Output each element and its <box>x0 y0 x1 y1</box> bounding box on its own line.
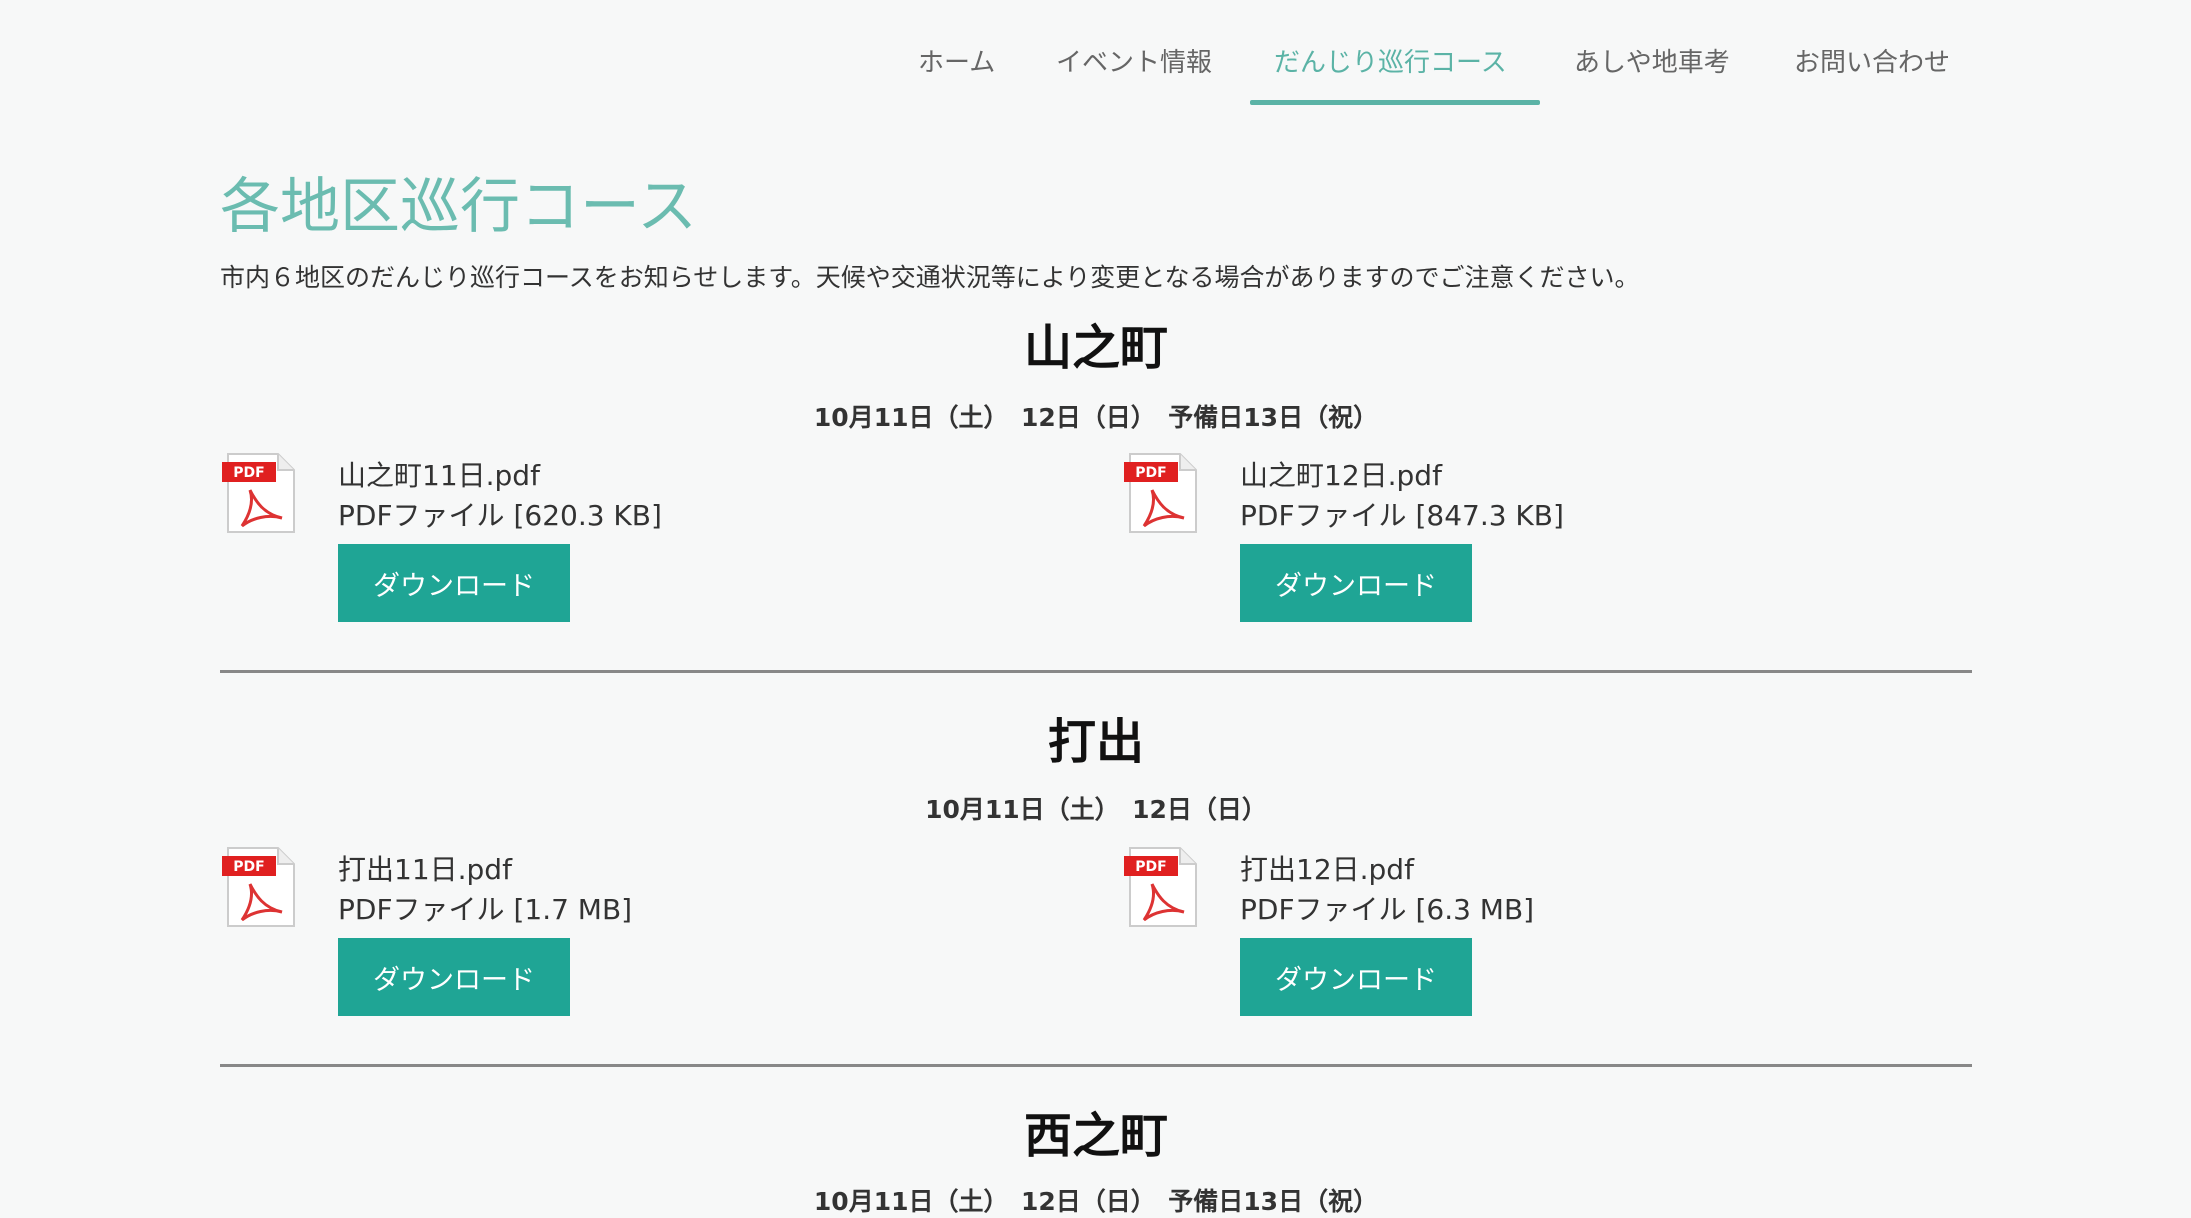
district-dates: 10月11日（土） 12日（日） 予備日13日（祝） <box>813 1187 1379 1216</box>
file-name: 山之町12日.pdf <box>1240 459 1442 492</box>
district-dates: 10月11日（土） 12日（日） <box>925 795 1267 824</box>
svg-text:PDF: PDF <box>233 465 264 481</box>
district-name: 山之町 <box>1023 320 1168 376</box>
download-button[interactable]: ダウンロード <box>1240 938 1472 1016</box>
file-size: PDFファイル [620.3 KB] <box>338 499 662 532</box>
pdf-file-icon: PDF <box>1124 453 1197 533</box>
file-name: 打出12日.pdf <box>1240 853 1414 886</box>
download-button[interactable]: ダウンロード <box>338 544 570 622</box>
file-item: PDF 山之町12日.pdf PDFファイル [847.3 KB] ダウンロード <box>1122 452 1822 632</box>
active-nav-indicator <box>1250 100 1540 105</box>
page-title: 各地区巡行コース <box>220 172 697 242</box>
nav-item-contact[interactable]: お問い合わせ <box>1794 42 1950 79</box>
page-intro: 市内６地区のだんじり巡行コースをお知らせします。天候や交通状況等により変更となる… <box>220 263 1640 292</box>
file-name: 打出11日.pdf <box>338 853 512 886</box>
svg-text:PDF: PDF <box>1135 465 1166 481</box>
file-size: PDFファイル [1.7 MB] <box>338 893 633 926</box>
district-dates: 10月11日（土） 12日（日） 予備日13日（祝） <box>813 403 1379 432</box>
section-divider <box>220 670 1972 673</box>
svg-text:PDF: PDF <box>1135 859 1166 875</box>
svg-text:PDF: PDF <box>233 859 264 875</box>
file-name: 山之町11日.pdf <box>338 459 540 492</box>
section-divider <box>220 1064 1972 1067</box>
file-item: PDF 打出11日.pdf PDFファイル [1.7 MB] ダウンロード <box>220 846 920 1026</box>
file-item: PDF 打出12日.pdf PDFファイル [6.3 MB] ダウンロード <box>1122 846 1822 1026</box>
top-navigation: ホーム イベント情報 だんじり巡行コース あしや地車考 お問い合わせ <box>0 0 2191 106</box>
district-name: 打出 <box>1047 714 1144 770</box>
file-size: PDFファイル [847.3 KB] <box>1240 499 1564 532</box>
file-item: PDF 山之町11日.pdf PDFファイル [620.3 KB] ダウンロード <box>220 452 920 632</box>
pdf-file-icon: PDF <box>222 453 295 533</box>
download-button[interactable]: ダウンロード <box>338 938 570 1016</box>
file-size: PDFファイル [6.3 MB] <box>1240 893 1535 926</box>
nav-item-home[interactable]: ホーム <box>918 42 995 79</box>
nav-item-danjiri-course[interactable]: だんじり巡行コース <box>1274 42 1507 79</box>
pdf-file-icon: PDF <box>222 847 295 927</box>
pdf-file-icon: PDF <box>1124 847 1197 927</box>
district-name: 西之町 <box>1023 1108 1168 1164</box>
nav-item-ashiya-danjiri[interactable]: あしや地車考 <box>1574 42 1730 79</box>
nav-item-events[interactable]: イベント情報 <box>1056 42 1212 79</box>
download-button[interactable]: ダウンロード <box>1240 544 1472 622</box>
